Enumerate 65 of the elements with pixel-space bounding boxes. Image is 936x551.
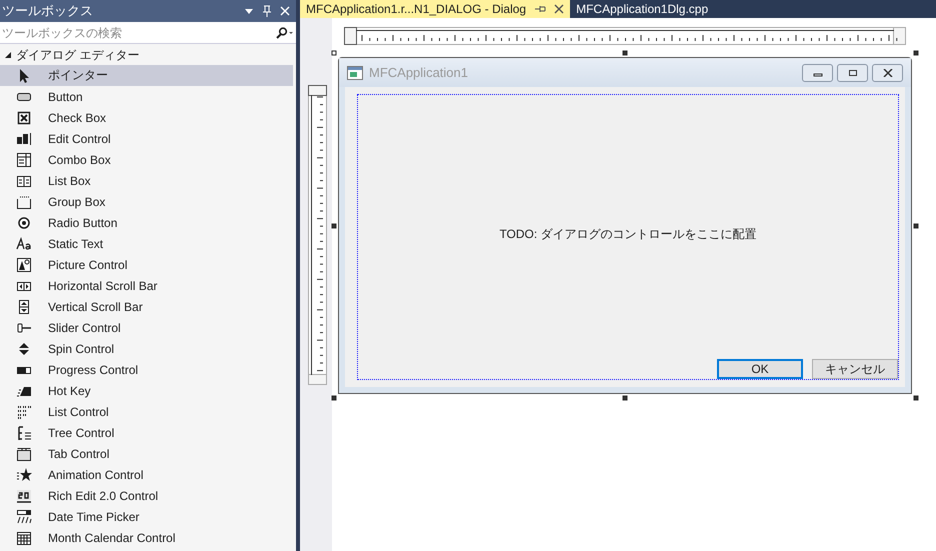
list-view-icon xyxy=(16,404,32,420)
window-title: MFCApplication1 xyxy=(369,65,469,80)
resize-handle[interactable] xyxy=(332,396,336,400)
minimize-button[interactable] xyxy=(802,64,833,82)
group-header[interactable]: ダイアログ エディター xyxy=(0,45,296,65)
resize-handle[interactable] xyxy=(914,396,918,400)
toolbox-item[interactable]: Progress Control xyxy=(0,359,293,380)
toolbox-item[interactable]: Group Box xyxy=(0,191,293,212)
resize-handle[interactable] xyxy=(914,50,918,56)
toolbox-item[interactable]: Slider Control xyxy=(0,317,293,338)
dialog-button[interactable]: OK xyxy=(717,359,803,379)
checkbox-icon xyxy=(16,110,32,126)
tab-folder-icon xyxy=(16,446,32,462)
toolbox-item[interactable]: Static Text xyxy=(0,233,293,254)
toolbox-item[interactable]: List Box xyxy=(0,170,293,191)
resize-handle[interactable] xyxy=(622,50,628,56)
resize-handle[interactable] xyxy=(332,50,336,56)
close-icon xyxy=(882,68,892,76)
group-box-icon xyxy=(16,194,32,210)
toolbox-item[interactable]: Vertical Scroll Bar xyxy=(0,296,293,317)
static-text: TODO: ダイアログのコントロールをここに配置 xyxy=(499,226,757,243)
star-icon xyxy=(16,466,32,482)
toolbox-item[interactable]: Spin Control xyxy=(0,338,293,359)
pin-icon[interactable] xyxy=(534,4,546,14)
toolbox-item[interactable]: Animation Control xyxy=(0,464,293,485)
resize-handle[interactable] xyxy=(622,396,628,400)
toolbox-item[interactable]: Tree Control xyxy=(0,422,293,443)
toolbox-item[interactable]: Radio Button xyxy=(0,212,293,233)
toolbox-item[interactable]: Combo Box xyxy=(0,149,293,170)
panel-title: ツールボックス xyxy=(2,2,94,20)
toolbox-item[interactable]: Horizontal Scroll Bar xyxy=(0,275,293,296)
resize-handle[interactable] xyxy=(332,223,336,228)
combo-box-icon xyxy=(16,152,32,168)
toolbox-item[interactable]: Tab Control xyxy=(0,443,293,464)
toolbox-item[interactable]: Check Box xyxy=(0,107,293,128)
date-picker-icon xyxy=(16,508,32,524)
picture-icon xyxy=(16,256,32,272)
toolbox-item[interactable]: ポインター xyxy=(0,65,293,86)
search-icon[interactable] xyxy=(274,26,294,38)
dialog-button[interactable]: キャンセル xyxy=(812,359,898,379)
dropdown-icon[interactable] xyxy=(244,6,254,16)
document-tab[interactable]: MFCApplication1Dlg.cpp xyxy=(570,0,714,18)
radio-button-icon xyxy=(16,214,32,230)
search-box[interactable]: ツールボックスの検索 xyxy=(0,22,296,44)
static-text-icon xyxy=(16,236,32,252)
toolbox-item[interactable]: Picture Control xyxy=(0,254,293,275)
maximize-button[interactable] xyxy=(837,64,868,82)
toolbox-item[interactable]: Rich Edit 2.0 Control xyxy=(0,485,293,506)
toolbox-item[interactable]: Hot Key xyxy=(0,380,293,401)
close-icon[interactable] xyxy=(554,4,564,14)
toolbox-item[interactable]: Month Calendar Control xyxy=(0,527,293,548)
toolbox-item[interactable]: Button xyxy=(0,86,293,107)
tree-icon xyxy=(16,424,32,440)
rich-edit-icon xyxy=(16,488,32,504)
document-tab[interactable]: MFCApplication1.r...N1_DIALOG - Dialog xyxy=(300,0,570,18)
close-button[interactable] xyxy=(872,64,903,82)
vertical-scrollbar-icon xyxy=(16,298,32,314)
resize-handle[interactable] xyxy=(914,223,918,228)
calendar-icon xyxy=(16,530,32,546)
toolbox-item[interactable]: List Control xyxy=(0,401,293,422)
toolbox-item[interactable]: Edit Control xyxy=(0,128,293,149)
search-field[interactable]: ツールボックスの検索 xyxy=(2,26,274,40)
toolbox-item[interactable]: Date Time Picker xyxy=(0,506,293,527)
maximize-icon xyxy=(848,68,858,76)
window-icon xyxy=(347,66,363,80)
